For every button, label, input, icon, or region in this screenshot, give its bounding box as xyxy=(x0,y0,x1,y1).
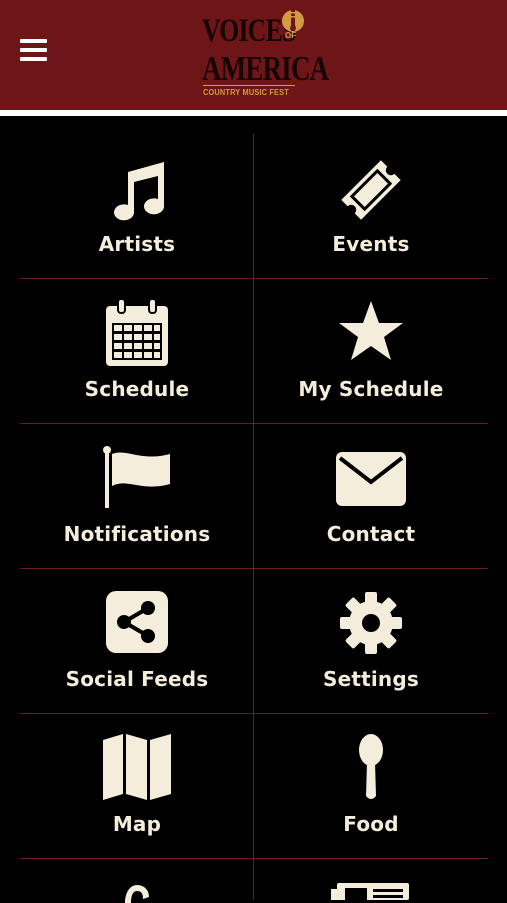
tile-label: Social Feeds xyxy=(65,667,209,691)
tile-events[interactable]: Events xyxy=(254,134,488,279)
tile-news[interactable] xyxy=(254,859,488,900)
tile-label: Map xyxy=(112,812,162,836)
header-divider xyxy=(0,110,507,116)
hamburger-menu-icon[interactable] xyxy=(20,39,47,61)
spoon-icon xyxy=(359,734,383,799)
question-icon xyxy=(125,885,149,903)
tile-label: Contact xyxy=(326,522,416,546)
tile-label: Food xyxy=(343,812,399,836)
flag-icon xyxy=(103,446,170,508)
gear-icon xyxy=(340,592,402,654)
tile-settings[interactable]: Settings xyxy=(254,569,488,714)
tile-contact[interactable]: Contact xyxy=(254,424,488,569)
tile-label: Notifications xyxy=(63,522,211,546)
map-icon xyxy=(103,734,171,800)
logo-line-america: AMERICA xyxy=(202,49,329,88)
envelope-icon xyxy=(336,452,406,506)
tile-schedule[interactable]: Schedule xyxy=(20,279,254,424)
tile-label: My Schedule xyxy=(298,377,444,401)
tile-label: Events xyxy=(332,232,410,256)
share-icon xyxy=(106,591,168,653)
tile-social-feeds[interactable]: Social Feeds xyxy=(20,569,254,714)
tile-label: Artists xyxy=(98,232,176,256)
tile-notifications[interactable]: Notifications xyxy=(20,424,254,569)
tile-map[interactable]: Map xyxy=(20,714,254,859)
newspaper-icon xyxy=(331,883,409,900)
tile-artists[interactable]: Artists xyxy=(20,134,254,279)
guitar-icon xyxy=(282,9,304,32)
festival-logo[interactable]: VOICES OF AMERICA COUNTRY MUSIC FEST xyxy=(200,7,329,103)
ticket-icon xyxy=(341,160,401,220)
tile-food[interactable]: Food xyxy=(254,714,488,859)
tile-label: Settings xyxy=(322,667,419,691)
tile-my-schedule[interactable]: My Schedule xyxy=(254,279,488,424)
tile-help[interactable] xyxy=(20,859,254,903)
logo-tagline: COUNTRY MUSIC FEST xyxy=(203,85,296,97)
music-note-icon xyxy=(114,162,165,221)
app-header: VOICES OF AMERICA COUNTRY MUSIC FEST xyxy=(0,0,507,110)
calendar-icon xyxy=(106,299,168,366)
tile-label: Schedule xyxy=(84,377,190,401)
star-icon xyxy=(339,301,403,360)
